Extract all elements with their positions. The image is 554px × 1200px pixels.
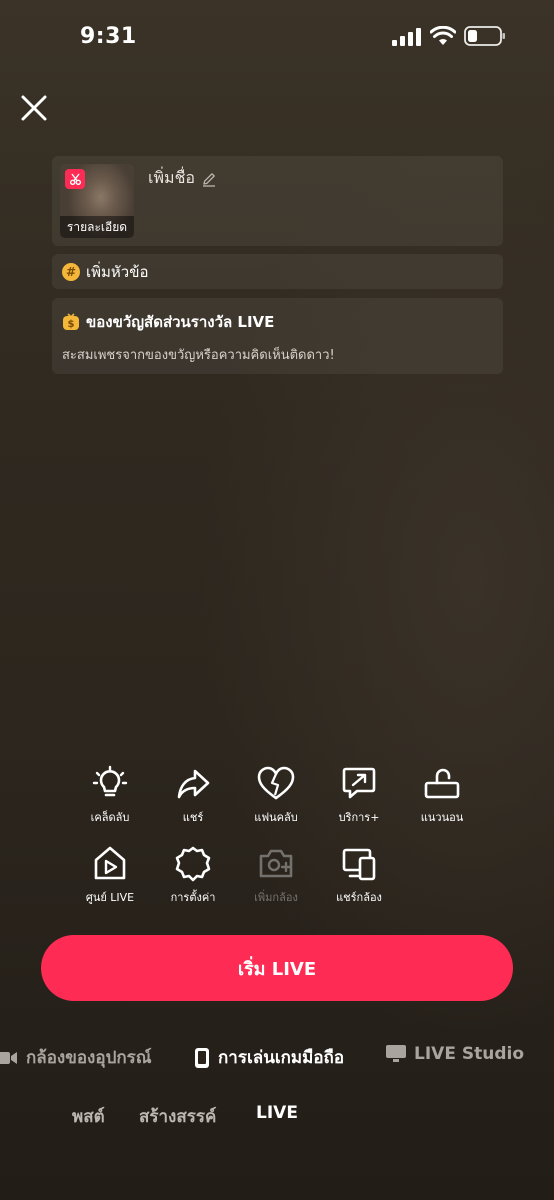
go-live-button[interactable]: เริ่ม LIVE [41, 935, 513, 1001]
scissors-icon [65, 169, 85, 189]
mode-selector: กล้องของอุปกรณ์ การเล่นเกมมือถือ LIVE St… [0, 1040, 554, 1072]
tool-label: บริการ+ [338, 811, 380, 824]
tab-live[interactable]: LIVE [256, 1103, 298, 1123]
gift-card-description: สะสมเพชรจากของขวัญหรือความคิดเห็นติดดาว! [62, 348, 335, 363]
landscape-button[interactable]: แนวนอน [402, 765, 482, 826]
tool-label: ศูนย์ LIVE [85, 891, 135, 904]
svg-text:$: $ [68, 319, 75, 330]
wifi-icon [430, 26, 456, 45]
tips-button[interactable]: เคล็ดลับ [70, 765, 150, 826]
heart-icon [257, 766, 295, 800]
add-camera-icon [259, 849, 293, 878]
battery-icon [464, 26, 505, 46]
live-center-icon [94, 846, 126, 880]
settings-icon [175, 846, 211, 882]
add-topic-card[interactable]: # เพิ่มหัวข้อ [52, 254, 503, 289]
gift-reward-card[interactable]: $ ของขวัญสัดส่วนรางวัล LIVE สะสมเพชรจากข… [52, 298, 503, 374]
mode-device-camera[interactable]: กล้องของอุปกรณ์ [0, 1044, 152, 1071]
phone-icon [195, 1047, 209, 1068]
thumbnail-label: รายละเอียด [60, 216, 134, 238]
share-button[interactable]: แชร์ [153, 765, 233, 826]
mode-label: LIVE Studio [414, 1044, 524, 1064]
mode-mobile-gaming[interactable]: การเล่นเกมมือถือ [194, 1044, 344, 1071]
tool-label: เคล็ดลับ [90, 811, 130, 824]
video-camera-icon [0, 1051, 17, 1064]
live-center-button[interactable]: ศูนย์ LIVE [70, 845, 150, 906]
go-live-label: เริ่ม LIVE [237, 958, 317, 980]
tool-label: แฟนคลับ [254, 811, 298, 824]
settings-button[interactable]: การตั้งค่า [153, 845, 233, 906]
tool-label: การตั้งค่า [170, 891, 216, 904]
add-topic-label: เพิ่มหัวข้อ [86, 262, 149, 281]
gift-coin-icon: $ [63, 313, 79, 330]
status-time: 9:31 [80, 24, 137, 49]
mode-label: กล้องของอุปกรณ์ [26, 1048, 152, 1068]
hashtag-icon: # [62, 262, 80, 281]
title-input[interactable]: เพิ่มชื่อ [148, 166, 217, 191]
landscape-icon [424, 768, 460, 799]
tab-post[interactable]: พสต์ [72, 1103, 105, 1130]
mode-live-studio[interactable]: LIVE Studio [386, 1044, 524, 1064]
cover-thumbnail[interactable]: รายละเอียด [60, 164, 134, 238]
close-icon[interactable] [18, 92, 50, 124]
gift-card-title: ของขวัญสัดส่วนรางวัล LIVE [86, 313, 275, 331]
title-placeholder: เพิ่มชื่อ [148, 168, 196, 187]
status-bar: 9:31 [0, 0, 554, 70]
mode-label: การเล่นเกมมือถือ [218, 1048, 345, 1068]
title-card[interactable]: รายละเอียด เพิ่มชื่อ [52, 156, 503, 246]
tool-label: แชร์กล้อง [336, 891, 382, 904]
share-icon [177, 769, 210, 799]
tool-label: แชร์ [182, 811, 204, 824]
share-camera-button[interactable]: แชร์กล้อง [319, 845, 399, 906]
add-camera-button[interactable]: เพิ่มกล้อง [236, 845, 316, 906]
fan-club-button[interactable]: แฟนคลับ [236, 765, 316, 826]
pencil-icon [203, 172, 216, 187]
tool-label: แนวนอน [420, 811, 464, 824]
service-icon [342, 767, 376, 799]
service-plus-button[interactable]: บริการ+ [319, 765, 399, 826]
share-camera-icon [342, 848, 376, 881]
tool-label: เพิ่มกล้อง [254, 891, 298, 904]
tab-create[interactable]: สร้างสรรค์ [139, 1103, 216, 1130]
cellular-signal-icon [392, 28, 421, 46]
monitor-icon [386, 1045, 406, 1062]
lightbulb-icon [92, 765, 128, 797]
bottom-tabs: พสต์ สร้างสรรค์ LIVE [0, 1100, 554, 1130]
